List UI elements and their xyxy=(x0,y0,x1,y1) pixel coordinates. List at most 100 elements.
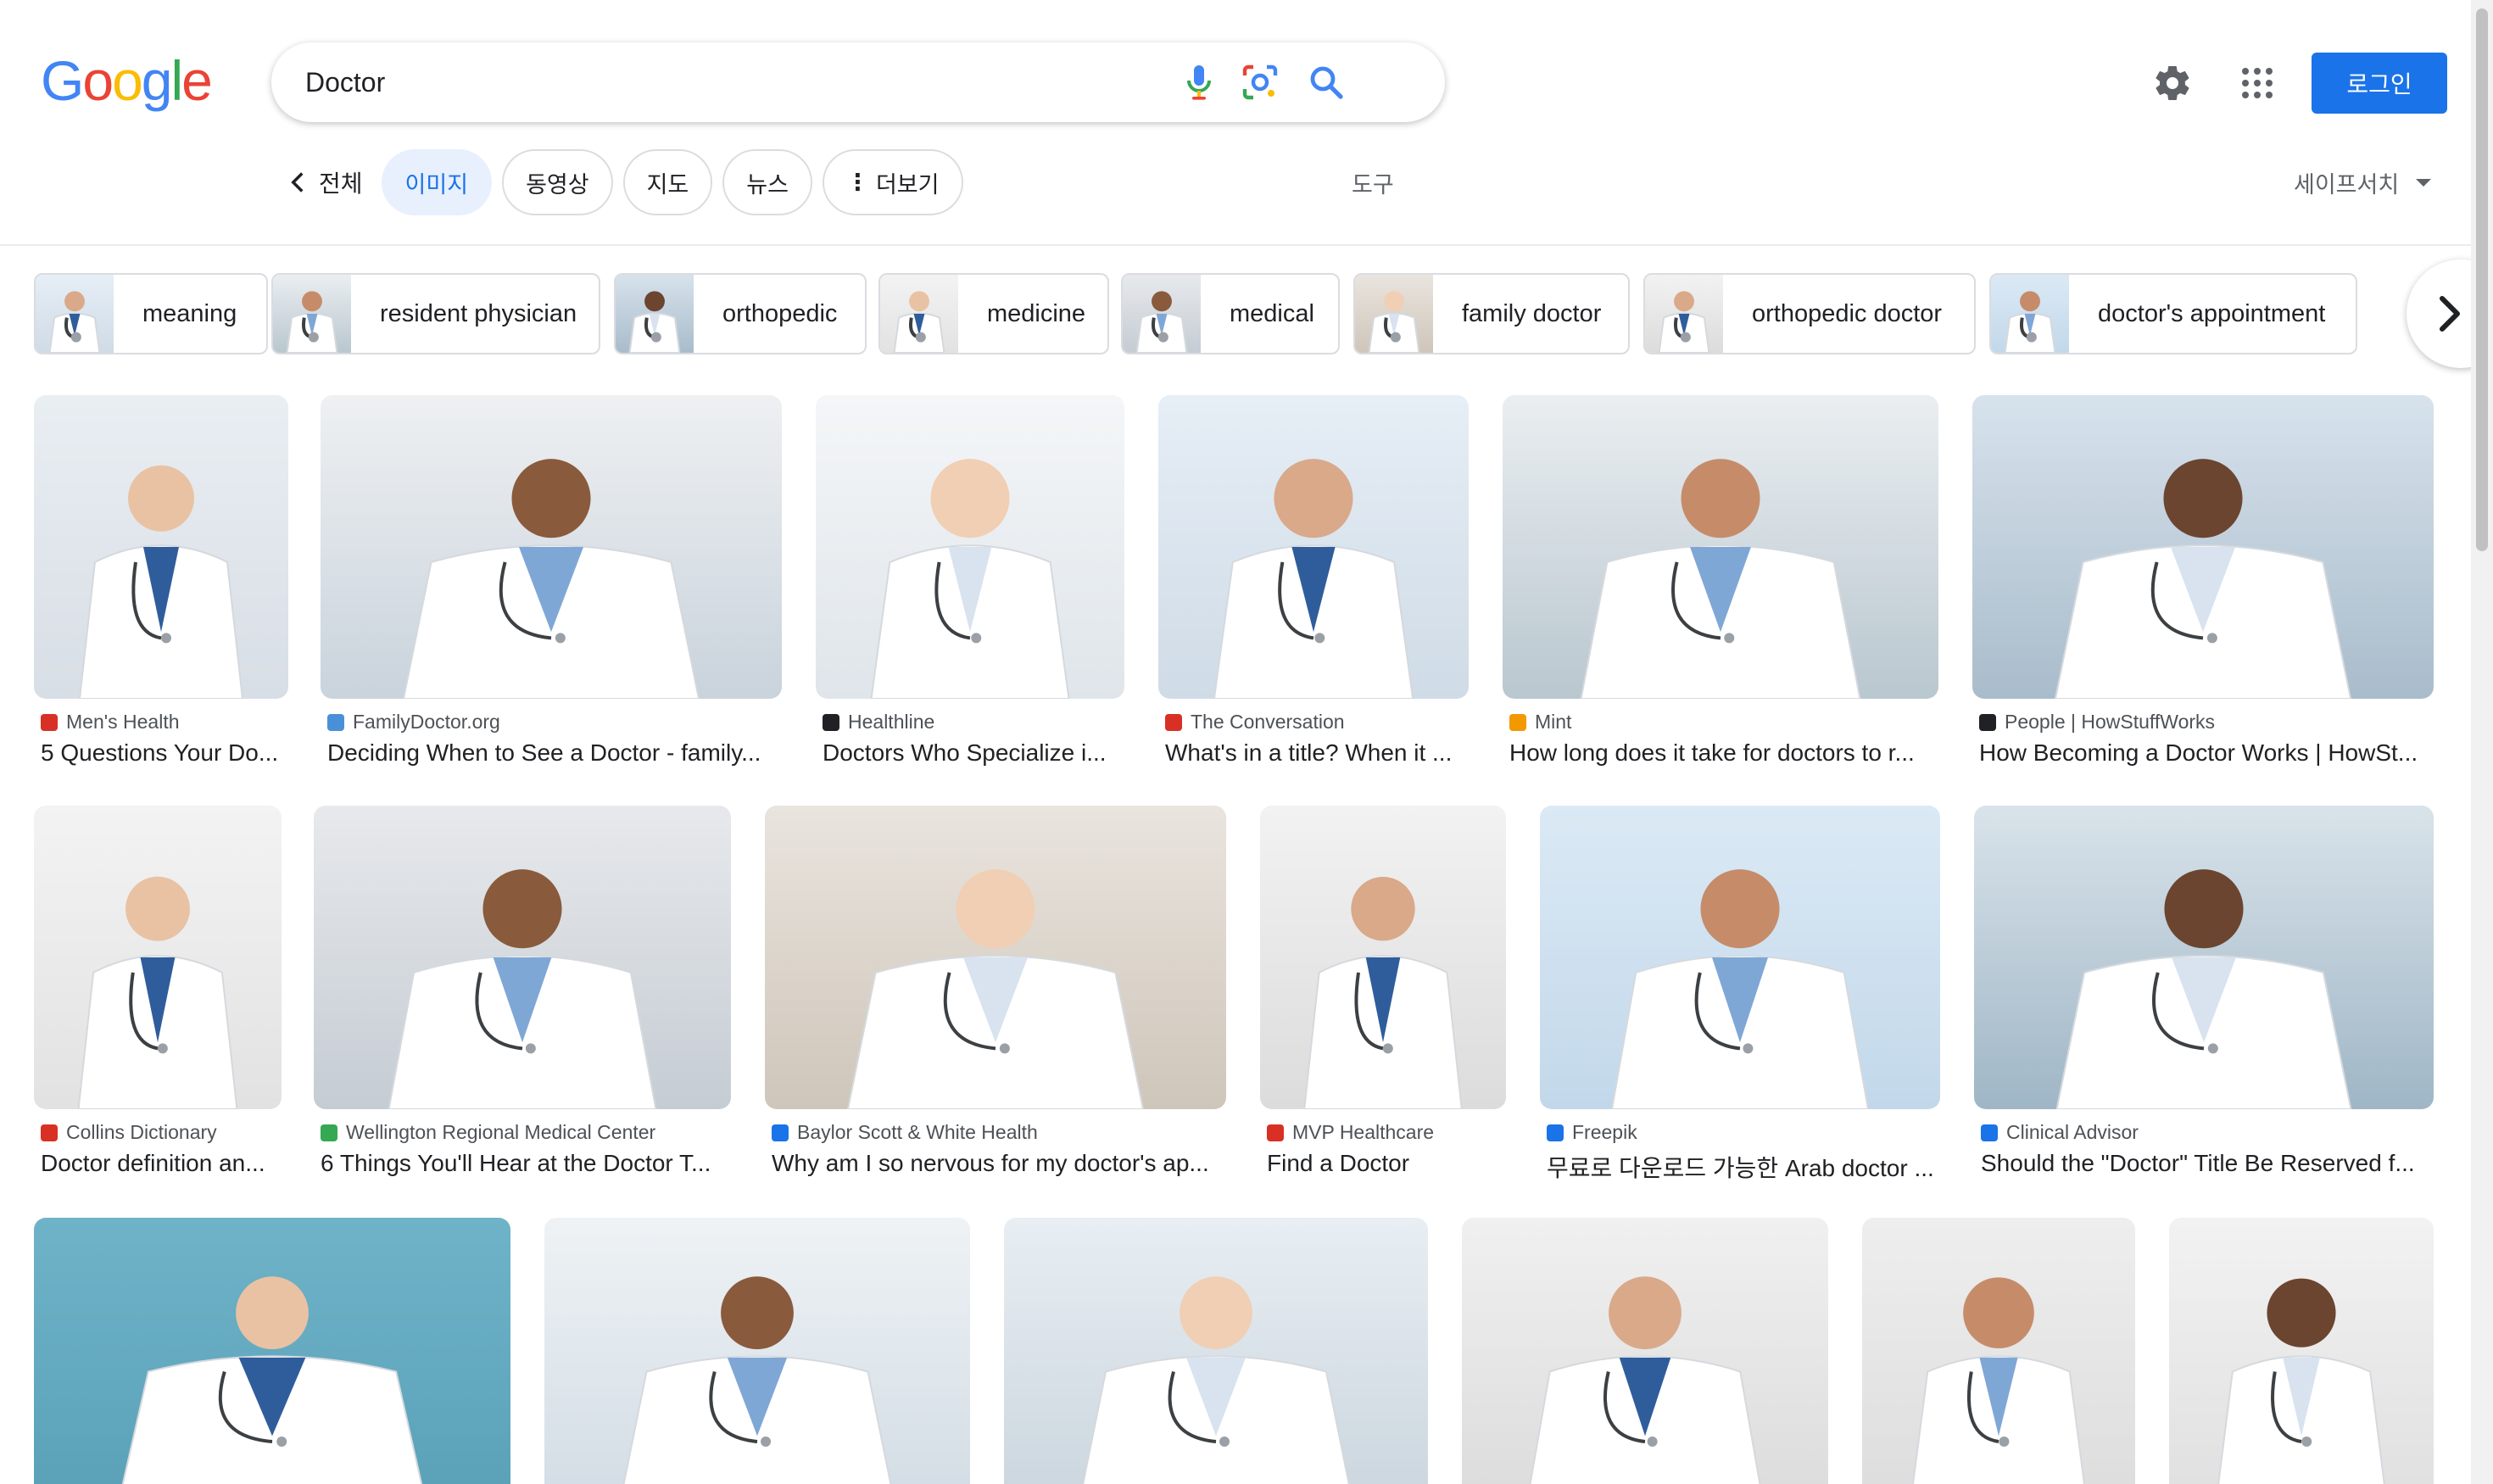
result-title[interactable]: What's in a title? When it ... xyxy=(1165,739,1464,767)
result-thumbnail[interactable] xyxy=(1974,806,2434,1109)
related-chip[interactable]: resident physician xyxy=(271,273,600,354)
result-image-art xyxy=(1158,395,1469,699)
result-thumbnail[interactable] xyxy=(34,395,288,699)
result-source[interactable]: Collins Dictionary xyxy=(41,1121,217,1144)
tab-all[interactable]: 전체 xyxy=(285,149,382,215)
result-thumbnail[interactable] xyxy=(1972,395,2434,699)
image-result[interactable]: Collins Dictionary Doctor definition an..… xyxy=(34,806,282,1176)
related-chip[interactable]: medical xyxy=(1121,273,1340,354)
tab-images[interactable]: 이미지 xyxy=(381,149,493,215)
image-result[interactable] xyxy=(2169,1218,2434,1484)
result-thumbnail[interactable] xyxy=(1462,1218,1828,1484)
result-source[interactable]: Clinical Advisor xyxy=(1981,1121,2139,1144)
result-source[interactable]: Freepik xyxy=(1547,1121,1637,1144)
related-chip[interactable]: orthopedic xyxy=(614,273,867,354)
result-thumbnail[interactable] xyxy=(1004,1218,1428,1484)
image-result[interactable]: Clinical Advisor Should the "Doctor" Titl… xyxy=(1974,806,2434,1176)
result-thumbnail[interactable] xyxy=(1158,395,1469,699)
favicon-icon xyxy=(823,713,839,731)
related-chip[interactable]: orthopedic doctor xyxy=(1643,273,1976,354)
result-source[interactable]: Baylor Scott & White Health xyxy=(772,1121,1038,1144)
result-source-name: Baylor Scott & White Health xyxy=(797,1121,1038,1143)
result-thumbnail[interactable] xyxy=(1862,1218,2135,1484)
image-result[interactable] xyxy=(1462,1218,1828,1484)
image-result[interactable]: Baylor Scott & White Health Why am I so n… xyxy=(765,806,1226,1176)
result-title[interactable]: Doctors Who Specialize i... xyxy=(823,739,1119,767)
result-thumbnail[interactable] xyxy=(321,395,782,699)
result-source[interactable]: The Conversation xyxy=(1165,711,1345,734)
related-chip[interactable]: doctor's appointment xyxy=(1989,273,2357,354)
result-source[interactable]: People | HowStuffWorks xyxy=(1979,711,2215,734)
result-thumbnail[interactable] xyxy=(34,1218,510,1484)
related-chip[interactable]: family doctor xyxy=(1353,273,1630,354)
related-chip-thumbnail xyxy=(1645,275,1723,353)
result-source[interactable]: Mint xyxy=(1509,711,1571,734)
page-scrollbar[interactable] xyxy=(2471,0,2493,1484)
result-title[interactable]: 무료로 다운로드 가능한 Arab doctor ... xyxy=(1547,1150,1935,1184)
tab-news[interactable]: 뉴스 xyxy=(722,149,812,215)
result-thumbnail[interactable] xyxy=(544,1218,970,1484)
favicon-icon xyxy=(1981,1124,1998,1141)
gear-icon[interactable] xyxy=(2152,63,2193,103)
favicon-icon xyxy=(1165,713,1182,731)
image-result[interactable]: Freepik 무료로 다운로드 가능한 Arab doctor ... xyxy=(1540,806,1940,1181)
image-result[interactable]: Wellington Regional Medical Center 6 Thin… xyxy=(314,806,731,1176)
result-image-art xyxy=(1862,1218,2135,1484)
result-thumbnail[interactable] xyxy=(765,806,1226,1109)
related-chip[interactable]: meaning xyxy=(34,273,268,354)
result-title[interactable]: Why am I so nervous for my doctor's ap..… xyxy=(772,1150,1221,1177)
result-source-name: Collins Dictionary xyxy=(66,1121,217,1143)
image-result[interactable]: Healthline Doctors Who Specialize i... xyxy=(816,395,1124,766)
result-image-art xyxy=(1355,275,1433,353)
related-chip-thumbnail xyxy=(880,275,958,353)
image-result[interactable] xyxy=(1004,1218,1428,1484)
result-title[interactable]: Find a Doctor xyxy=(1267,1150,1501,1177)
safesearch-menu[interactable]: 세이프서치 xyxy=(2294,166,2432,199)
apps-grid-icon[interactable] xyxy=(2237,63,2278,103)
result-thumbnail[interactable] xyxy=(816,395,1124,699)
tab-more[interactable]: ⋮ 더보기 xyxy=(822,149,963,215)
result-thumbnail[interactable] xyxy=(34,806,282,1109)
google-logo[interactable]: Google xyxy=(41,53,213,109)
image-result[interactable]: The Conversation What's in a title? When … xyxy=(1158,395,1469,766)
result-title[interactable]: Deciding When to See a Doctor - family..… xyxy=(327,739,777,767)
result-source[interactable]: Wellington Regional Medical Center xyxy=(321,1121,655,1144)
image-result[interactable] xyxy=(544,1218,970,1484)
result-title[interactable]: Should the "Doctor" Title Be Reserved f.… xyxy=(1981,1150,2429,1177)
image-result[interactable]: MVP Healthcare Find a Doctor xyxy=(1260,806,1506,1176)
result-source[interactable]: FamilyDoctor.org xyxy=(327,711,500,734)
result-title[interactable]: How Becoming a Doctor Works | HowSt... xyxy=(1979,739,2429,767)
result-title[interactable]: 6 Things You'll Hear at the Doctor T... xyxy=(321,1150,726,1177)
scrollbar-thumb[interactable] xyxy=(2476,8,2488,551)
result-thumbnail[interactable] xyxy=(1503,395,1938,699)
result-thumbnail[interactable] xyxy=(314,806,731,1109)
image-result[interactable] xyxy=(1862,1218,2135,1484)
image-result[interactable]: People | HowStuffWorks How Becoming a Doc… xyxy=(1972,395,2434,766)
result-thumbnail[interactable] xyxy=(1540,806,1940,1109)
login-button[interactable]: 로그인 xyxy=(2312,53,2447,114)
tools-button[interactable]: 도구 xyxy=(1352,166,1394,199)
image-result[interactable]: Mint How long does it take for doctors to… xyxy=(1503,395,1938,766)
result-thumbnail[interactable] xyxy=(2169,1218,2434,1484)
result-title[interactable]: Doctor definition an... xyxy=(41,1150,276,1177)
related-chip-thumbnail xyxy=(36,275,114,353)
related-chip-thumbnail xyxy=(616,275,694,353)
tab-maps[interactable]: 지도 xyxy=(622,149,713,215)
search-input[interactable] xyxy=(305,42,1153,122)
result-source[interactable]: Men's Health xyxy=(41,711,180,734)
search-icon[interactable] xyxy=(1306,62,1347,103)
result-title[interactable]: 5 Questions Your Do... xyxy=(41,739,283,767)
image-result[interactable]: Men's Health 5 Questions Your Do... xyxy=(34,395,288,766)
image-result[interactable] xyxy=(34,1218,510,1484)
result-source[interactable]: Healthline xyxy=(823,711,934,734)
result-source[interactable]: MVP Healthcare xyxy=(1267,1121,1434,1144)
lens-icon[interactable] xyxy=(1240,62,1280,103)
image-result[interactable]: FamilyDoctor.org Deciding When to See a D… xyxy=(321,395,782,766)
tab-videos[interactable]: 동영상 xyxy=(502,149,613,215)
result-title[interactable]: How long does it take for doctors to r..… xyxy=(1509,739,1933,767)
mic-icon[interactable] xyxy=(1179,62,1219,103)
result-image-art xyxy=(616,275,694,353)
result-thumbnail[interactable] xyxy=(1260,806,1506,1109)
related-chip[interactable]: medicine xyxy=(878,273,1109,354)
header-divider xyxy=(0,244,2493,246)
